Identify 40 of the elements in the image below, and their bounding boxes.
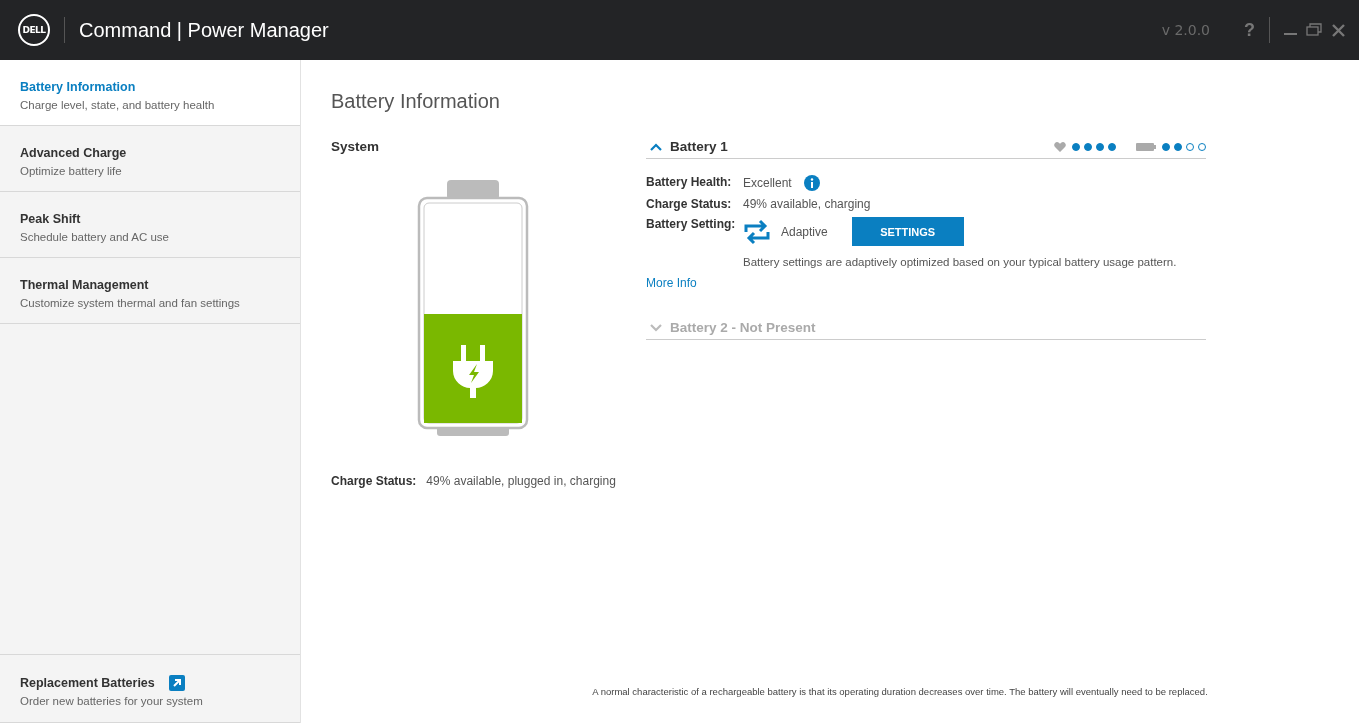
battery-name: Battery 2 - Not Present [670, 320, 816, 335]
heart-icon [1054, 141, 1066, 152]
chevron-down-icon [650, 323, 662, 332]
battery-name: Battery 1 [670, 139, 728, 154]
more-info-link[interactable]: More Info [646, 276, 697, 290]
version-text: v 2.0.0 [1161, 22, 1210, 38]
field-label: Battery Setting: [646, 217, 737, 231]
restore-icon[interactable] [1306, 23, 1322, 37]
field-value: Excellent [743, 176, 792, 190]
sidebar-item-subtitle: Customize system thermal and fan settings [20, 297, 241, 309]
sidebar-item[interactable]: Battery Information Charge level, state, and battery health [0, 60, 300, 126]
chevron-up-icon [650, 142, 662, 151]
page-title: Battery Information [331, 90, 501, 113]
field-value: 49% available, charging [743, 197, 872, 211]
sidebar-item-title: Replacement Batteries [20, 676, 155, 690]
field-label: Charge Status: [331, 474, 417, 488]
field-value: 49% available, plugged in, charging [426, 474, 616, 488]
field-label: Charge Status: [646, 197, 733, 211]
sidebar-item-title: Thermal Management [20, 278, 149, 292]
sidebar-item-subtitle: Schedule battery and AC use [20, 231, 170, 243]
battery-header[interactable]: Battery 1 [646, 139, 1206, 159]
close-icon[interactable] [1332, 23, 1345, 37]
external-link-icon[interactable] [168, 674, 185, 691]
sidebar-item-title: Advanced Charge [20, 146, 127, 160]
sidebar-item-title: Battery Information [20, 80, 136, 94]
sidebar-item-subtitle: Order new batteries for your system [20, 695, 204, 707]
battery-icon [1136, 142, 1156, 151]
field-label: Battery Health: [646, 175, 733, 189]
settings-button[interactable]: SETTINGS [851, 217, 964, 246]
logo: DELL [18, 14, 50, 46]
footer-note: A normal characteristic of a rechargeable battery is that its operating duration decreases over time. The battery will eventually need to be replaced. [591, 686, 1209, 697]
info-icon[interactable] [803, 175, 820, 191]
sidebar-item-subtitle: Charge level, state, and battery health [20, 99, 216, 111]
sidebar-item-subtitle: Optimize battery life [20, 165, 123, 177]
window-title: Command | Power Manager [79, 18, 329, 42]
sidebar-item-title: Peak Shift [20, 212, 81, 226]
section-heading: System [331, 139, 381, 154]
setting-description: Battery settings are adaptively optimized based on your typical battery usage pattern. [743, 256, 1178, 268]
field-value: Adaptive [781, 224, 828, 239]
cycle-arrows-icon [743, 217, 771, 246]
